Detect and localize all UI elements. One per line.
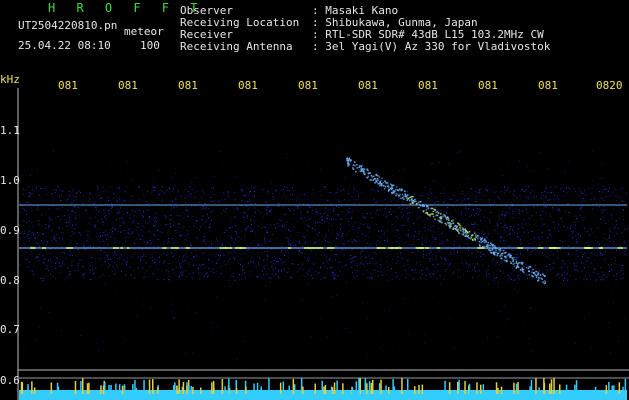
freq-tick-label: 1.1 (0, 124, 20, 137)
freq-unit-label: kHz (0, 73, 20, 86)
freq-tick-label: 0.6 (0, 374, 20, 387)
time-tick-label: 081 (478, 79, 498, 92)
info-label-antenna: Receiving Antenna (180, 40, 293, 53)
overlay-label: meteor (124, 25, 164, 38)
time-tick-label: 081 (538, 79, 558, 92)
time-tick-label: 081 (238, 79, 258, 92)
timestamp-label: 25.04.22 08:10 (18, 39, 111, 52)
time-tick-label: 081 (358, 79, 378, 92)
time-tick-label: 081 (418, 79, 438, 92)
spectrogram-display (0, 0, 629, 400)
time-tick-label: 0820 (596, 79, 623, 92)
filename-label: UT2504220810.pn (18, 19, 118, 32)
freq-tick-label: 0.7 (0, 323, 20, 336)
gain-value: 100 (140, 39, 160, 52)
info-value-antenna: : 3el Yagi(V) Az 330 for Vladivostok (312, 40, 551, 53)
freq-tick-label: 0.8 (0, 274, 20, 287)
time-tick-label: 081 (118, 79, 138, 92)
time-tick-label: 081 (58, 79, 78, 92)
time-tick-label: 081 (178, 79, 198, 92)
time-tick-label: 081 (298, 79, 318, 92)
freq-tick-label: 1.0 (0, 174, 20, 187)
freq-tick-label: 0.9 (0, 224, 20, 237)
